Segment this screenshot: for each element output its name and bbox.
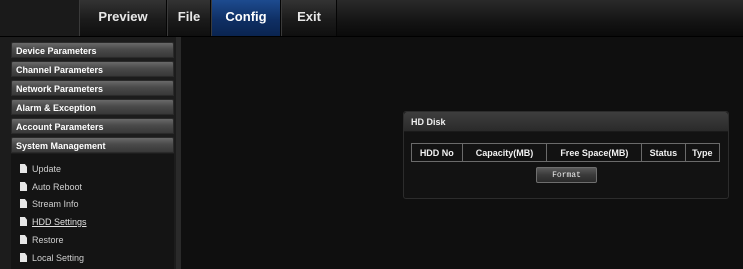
panel-title: HD Disk	[404, 112, 728, 132]
document-icon	[20, 164, 27, 173]
column-header: Status	[641, 143, 686, 162]
menu-channel-parameters[interactable]: Channel Parameters	[11, 61, 174, 77]
tab-preview[interactable]: Preview	[79, 0, 167, 36]
sidebar-item-hdd-settings[interactable]: HDD Settings	[20, 214, 87, 230]
document-icon	[20, 199, 27, 208]
table-header-row: HDD No Capacity(MB) Free Space(MB) Statu…	[411, 143, 721, 162]
top-navigation-bar: Preview File Config Exit	[0, 0, 743, 37]
tab-exit[interactable]: Exit	[281, 0, 337, 36]
document-icon	[20, 182, 27, 191]
sidebar-item-label: Auto Reboot	[32, 182, 83, 192]
document-icon	[20, 253, 27, 262]
sidebar-item-label: Stream Info	[32, 199, 79, 209]
tab-file[interactable]: File	[167, 0, 211, 36]
sidebar-item-local-setting[interactable]: Local Setting	[20, 250, 85, 266]
column-header: Free Space(MB)	[546, 143, 643, 162]
tab-config[interactable]: Config	[211, 0, 281, 36]
sidebar-item-update[interactable]: Update	[20, 161, 62, 177]
sidebar-item-label: Restore	[32, 235, 64, 245]
hd-disk-panel: HD Disk HDD No Capacity(MB) Free Space(M…	[403, 111, 729, 199]
hdd-table: HDD No Capacity(MB) Free Space(MB) Statu…	[411, 143, 721, 162]
sidebar-item-label: HDD Settings	[32, 217, 87, 227]
document-icon	[20, 217, 27, 226]
sidebar-item-auto-reboot[interactable]: Auto Reboot	[20, 179, 83, 195]
sidebar-item-restore[interactable]: Restore	[20, 232, 64, 248]
sidebar-item-label: Local Setting	[32, 253, 85, 263]
column-header: Type	[684, 143, 721, 162]
sidebar-item-stream-info[interactable]: Stream Info	[20, 196, 79, 212]
column-header: Capacity(MB)	[461, 143, 548, 162]
menu-network-parameters[interactable]: Network Parameters	[11, 80, 174, 96]
document-icon	[20, 235, 27, 244]
format-button[interactable]: Format	[536, 167, 597, 183]
menu-system-management[interactable]: System Management	[11, 137, 174, 153]
menu-alarm-exception[interactable]: Alarm & Exception	[11, 99, 174, 115]
sidebar-item-label: Update	[32, 164, 62, 174]
menu-account-parameters[interactable]: Account Parameters	[11, 118, 174, 134]
menu-device-parameters[interactable]: Device Parameters	[11, 42, 174, 58]
nav-left-spacer	[0, 0, 79, 36]
column-header: HDD No	[411, 143, 463, 162]
